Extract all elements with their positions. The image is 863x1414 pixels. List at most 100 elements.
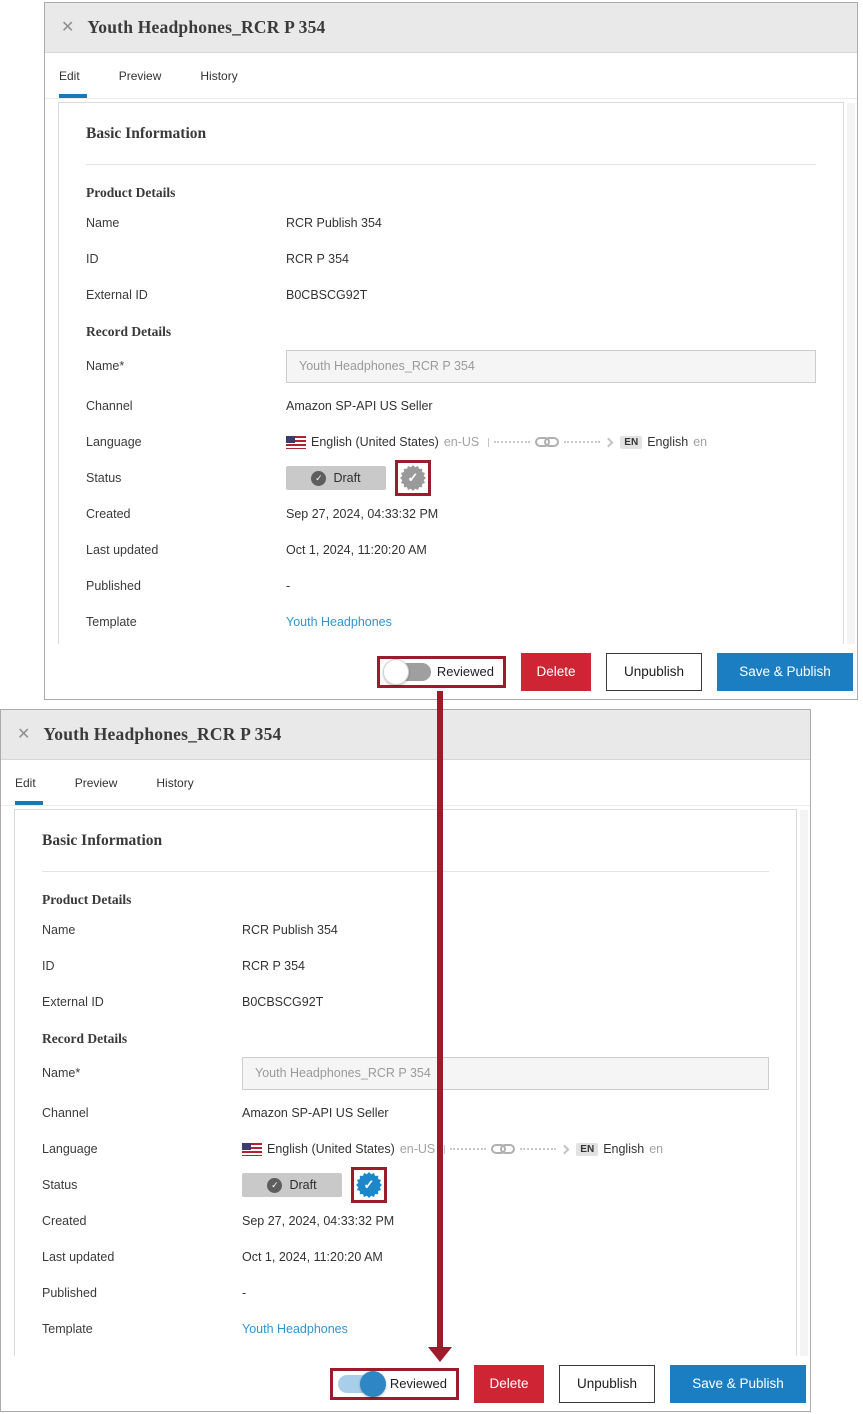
field-label: Language (86, 435, 286, 449)
target-language-badge: EN (620, 436, 642, 449)
field-row-external-id: External ID B0CBSCG92T (42, 984, 769, 1020)
subsection-record-details: Record Details (42, 1027, 769, 1051)
status-check-icon: ✓ (311, 471, 326, 486)
edit-form: Basic Information Product Details Name R… (14, 809, 797, 1358)
template-link[interactable]: Youth Headphones (242, 1322, 348, 1336)
field-value: B0CBSCG92T (242, 995, 323, 1009)
field-label: External ID (42, 995, 242, 1009)
template-link[interactable]: Youth Headphones (286, 615, 392, 629)
save-publish-button[interactable]: Save & Publish (717, 653, 853, 691)
us-flag-icon (286, 436, 306, 449)
record-name-input[interactable] (286, 350, 816, 383)
tab-preview[interactable]: Preview (119, 53, 162, 98)
section-divider (86, 164, 816, 165)
field-row-id: ID RCR P 354 (86, 241, 816, 277)
reviewed-toggle[interactable] (338, 1375, 384, 1393)
tab-bar: Edit Preview History (1, 760, 810, 806)
field-label: Name* (42, 1066, 242, 1080)
window-header: ✕ Youth Headphones_RCR P 354 (1, 710, 810, 760)
connector-tick (488, 438, 489, 447)
field-value: Sep 27, 2024, 04:33:32 PM (286, 507, 438, 521)
footer-actions: Reviewed Delete Unpublish Save & Publish (45, 644, 857, 699)
unpublish-button[interactable]: Unpublish (559, 1365, 655, 1403)
field-value: - (286, 579, 290, 593)
status-badge: ✓ Draft (242, 1173, 342, 1197)
seal-annotation-box: ✓ (395, 460, 431, 496)
reviewed-annotation-box: Reviewed (330, 1368, 459, 1400)
seal-annotation-box: ✓ (351, 1167, 387, 1203)
language-source-code: en-US (444, 435, 479, 449)
tab-preview[interactable]: Preview (75, 760, 118, 805)
record-name-input[interactable] (242, 1057, 769, 1090)
field-value: RCR P 354 (242, 959, 305, 973)
reviewed-toggle[interactable] (385, 663, 431, 681)
chevron-right-icon (560, 1144, 570, 1154)
field-value: RCR Publish 354 (242, 923, 338, 937)
field-row-name: Name RCR Publish 354 (86, 205, 816, 241)
language-pair: English (United States) en-US EN English… (242, 1142, 663, 1156)
field-row-last-updated: Last updated Oct 1, 2024, 11:20:20 AM (42, 1239, 769, 1275)
field-label: Last updated (42, 1250, 242, 1264)
field-label: Channel (86, 399, 286, 413)
connector-dots (450, 1148, 486, 1150)
field-value: Amazon SP-API US Seller (242, 1106, 389, 1120)
tab-bar: Edit Preview History (45, 53, 857, 99)
field-value: Oct 1, 2024, 11:20:20 AM (242, 1250, 383, 1264)
field-label: External ID (86, 288, 286, 302)
field-label: ID (86, 252, 286, 266)
language-target-code: en (693, 435, 707, 449)
status-badge: ✓ Draft (286, 466, 386, 490)
scrollbar-track[interactable] (847, 103, 855, 646)
field-label: Channel (42, 1106, 242, 1120)
target-language-badge: EN (576, 1143, 598, 1156)
field-label: Published (42, 1286, 242, 1300)
connector-dots (494, 441, 530, 443)
delete-button[interactable]: Delete (521, 653, 591, 691)
tab-history[interactable]: History (200, 53, 237, 98)
connector-tick (444, 1145, 445, 1154)
annotation-arrow-head (428, 1347, 452, 1362)
field-label: Template (86, 615, 286, 629)
save-publish-button[interactable]: Save & Publish (670, 1365, 806, 1403)
field-value: Amazon SP-API US Seller (286, 399, 433, 413)
language-target-code: en (649, 1142, 663, 1156)
status-badge-label: Draft (289, 1178, 316, 1192)
field-row-status: Status ✓ Draft ✓ (86, 460, 816, 496)
toggle-knob[interactable] (360, 1371, 386, 1397)
reviewed-label: Reviewed (437, 664, 494, 679)
subsection-record-details: Record Details (86, 320, 816, 344)
window-title: Youth Headphones_RCR P 354 (43, 724, 281, 745)
connector-dots (520, 1148, 556, 1150)
field-label: ID (42, 959, 242, 973)
field-row-channel: Channel Amazon SP-API US Seller (42, 1095, 769, 1131)
delete-button[interactable]: Delete (474, 1365, 544, 1403)
field-row-last-updated: Last updated Oct 1, 2024, 11:20:20 AM (86, 532, 816, 568)
connector-dots (564, 441, 600, 443)
field-label: Created (86, 507, 286, 521)
language-target-name: English (647, 435, 688, 449)
tab-edit[interactable]: Edit (59, 53, 80, 98)
toggle-knob[interactable] (383, 659, 409, 685)
us-flag-icon (242, 1143, 262, 1156)
link-icon (491, 1143, 515, 1155)
field-label: Language (42, 1142, 242, 1156)
field-label: Status (86, 471, 286, 485)
field-row-record-name: Name* (42, 1051, 769, 1095)
annotation-arrow-line (437, 691, 443, 1347)
field-row-published: Published - (86, 568, 816, 604)
verified-badge-icon: ✓ (400, 465, 426, 491)
tab-edit[interactable]: Edit (15, 760, 36, 805)
field-value: RCR Publish 354 (286, 216, 382, 230)
language-target-name: English (603, 1142, 644, 1156)
tab-history[interactable]: History (156, 760, 193, 805)
close-icon[interactable]: ✕ (17, 727, 30, 743)
link-icon (535, 436, 559, 448)
field-label: Template (42, 1322, 242, 1336)
field-value: - (242, 1286, 246, 1300)
close-icon[interactable]: ✕ (61, 20, 74, 36)
scrollbar-track[interactable] (800, 810, 808, 1358)
subsection-product-details: Product Details (42, 888, 769, 912)
unpublish-button[interactable]: Unpublish (606, 653, 702, 691)
language-source-name: English (United States) (311, 435, 439, 449)
footer-actions: Reviewed Delete Unpublish Save & Publish (1, 1356, 810, 1411)
